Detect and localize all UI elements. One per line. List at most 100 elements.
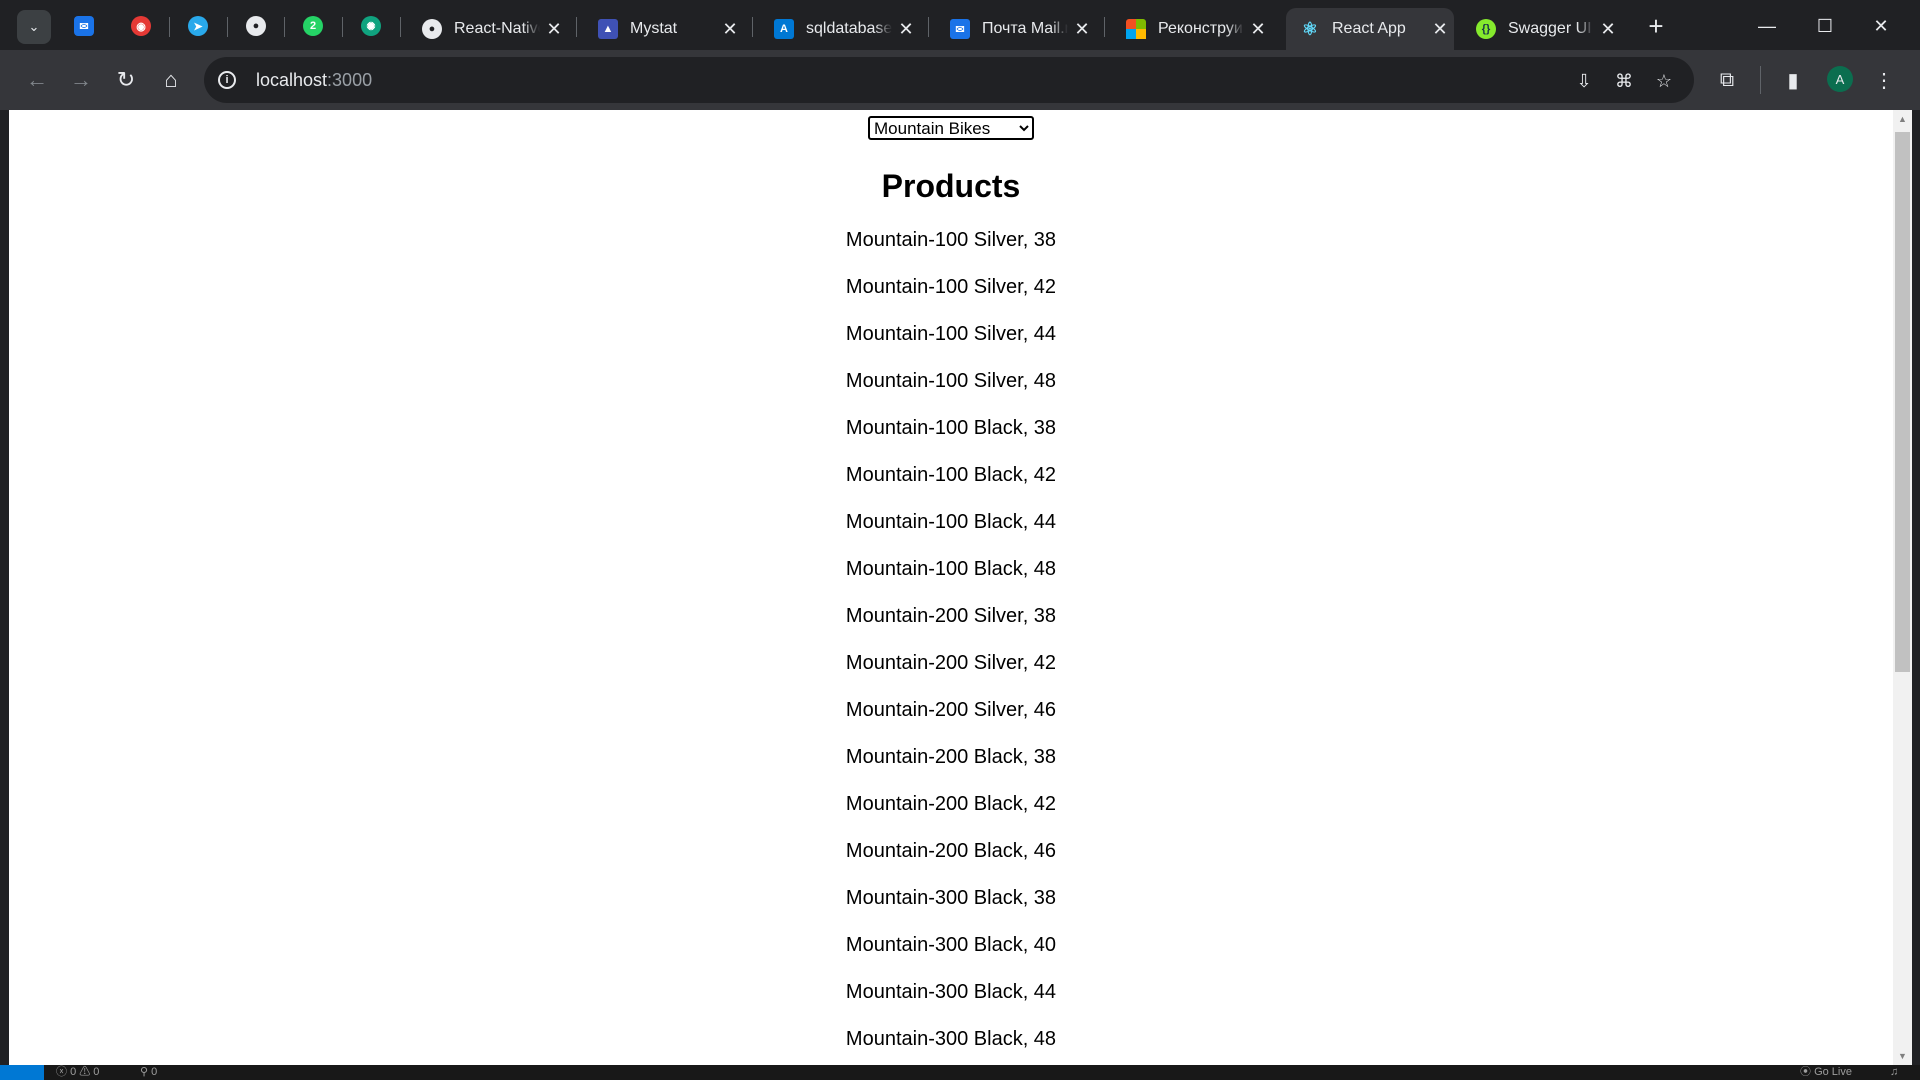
tab-title: Реконструир [1158,20,1244,37]
product-item: Mountain-200 Silver, 38 [845,605,1057,627]
home-button[interactable]: ⌂ [155,64,187,96]
error-icon: ⓧ [56,1066,67,1078]
category-select[interactable]: Mountain Bikes [868,116,1034,140]
tab-sqldatabase[interactable]: A sqldatabase ( ✕ [760,8,920,50]
maximize-icon: ☐ [1816,15,1834,36]
tab-react-app[interactable]: ⚛ React App ✕ [1286,8,1454,50]
tab-title: Почта Mail.ru [982,20,1068,37]
minimize-icon: — [1758,15,1776,36]
profile-avatar[interactable]: A [1827,66,1853,92]
reload-button[interactable]: ↻ [110,64,142,96]
window-frame [1912,110,1920,1065]
plus-icon: + [1648,10,1664,41]
address-bar[interactable]: i localhost:3000 ⇩ ⌘ ☆ [204,57,1694,103]
whatsapp-badge-icon: 2 [303,16,323,36]
maximize-button[interactable]: ☐ [1802,8,1848,44]
react-app-page: Mountain Bikes Products Mountain-100 Sil… [9,110,1893,1063]
product-item: Mountain-200 Silver, 46 [845,699,1057,721]
tab-title: React-Native [454,20,540,37]
url-host: localhost [256,69,328,90]
product-list: Mountain-100 Silver, 38 Mountain-100 Sil… [9,217,1893,1063]
close-icon[interactable]: ✕ [1244,19,1272,40]
scroll-up-arrow-icon[interactable]: ▲ [1893,110,1912,128]
tab-separator [284,17,285,37]
window-close-button[interactable]: ✕ [1858,8,1904,44]
problems-indicator[interactable]: ⓧ 0 ⚠ 0 [56,1065,99,1080]
notifications-bell-icon[interactable]: ♫ [1890,1065,1898,1080]
tab-separator [576,17,577,37]
tab-strip: ⌄ ✉ ◉ ➤ ● 2 ✺ ● React-Native ✕ ▲ Mystat … [0,0,1920,50]
product-item: Mountain-300 Black, 40 [845,934,1057,956]
close-icon[interactable]: ✕ [540,19,568,40]
translate-icon[interactable]: ⌘ [1612,69,1636,93]
ports-count: 0 [151,1066,158,1078]
remote-indicator-button[interactable] [0,1065,44,1080]
new-tab-button[interactable]: + [1640,10,1672,42]
more-vertical-icon: ⋮ [1874,69,1894,92]
tab-mail-ru[interactable]: ✉ Почта Mail.ru ✕ [936,8,1096,50]
editor-status-bar: ⓧ 0 ⚠ 0 ⚲ 0 ⦿ Go Live ♫ [0,1065,1920,1080]
browser-toolbar: ← → ↻ ⌂ i localhost:3000 ⇩ ⌘ ☆ ⧉ ▮ ⋮ [0,50,1920,110]
scroll-down-arrow-icon[interactable]: ▼ [1893,1047,1912,1065]
chevron-down-icon: ⌄ [28,19,40,34]
product-item: Mountain-100 Black, 38 [845,417,1057,439]
forward-button[interactable]: → [65,64,97,96]
page-scrollbar[interactable]: ▲ ▼ [1893,110,1912,1065]
close-icon[interactable]: ✕ [1594,19,1622,40]
graduation-cap-icon: ▲ [598,19,618,39]
product-item: Mountain-200 Black, 42 [845,793,1057,815]
product-item: Mountain-200 Silver, 42 [845,652,1057,674]
site-info-icon[interactable]: i [218,71,236,89]
toolbar-divider [1760,66,1761,94]
reload-icon: ↻ [116,67,136,92]
bookmark-star-icon[interactable]: ☆ [1652,69,1676,93]
tab-microsoft[interactable]: Реконструир ✕ [1112,8,1272,50]
github-icon: ● [422,19,442,39]
tab-separator [400,17,401,37]
product-item: Mountain-100 Black, 44 [845,511,1057,533]
back-button[interactable]: ← [21,64,53,96]
product-item: Mountain-300 Black, 48 [845,1028,1057,1050]
side-panel-icon: ▮ [1787,69,1799,92]
url-text[interactable]: localhost:3000 [256,70,372,91]
product-item: Mountain-200 Black, 46 [845,840,1057,862]
url-port: :3000 [327,69,373,90]
home-icon: ⌂ [164,67,178,92]
tab-title: Mystat [630,20,678,37]
product-item: Mountain-300 Black, 44 [845,981,1057,1003]
pinned-tab-whatsapp[interactable]: 2 [298,11,328,41]
antenna-icon: ⚲ [140,1066,149,1078]
github-icon: ● [246,16,266,36]
side-panel-button[interactable]: ▮ [1777,64,1809,96]
pinned-tab-github[interactable]: ● [241,11,271,41]
close-icon[interactable]: ✕ [1426,19,1454,40]
chatgpt-icon: ✺ [361,16,381,36]
pinned-tab-mail[interactable]: ✉ [69,11,99,41]
minimize-button[interactable]: — [1744,8,1790,44]
go-live-label: Go Live [1814,1066,1852,1078]
pinned-tab-chatgpt[interactable]: ✺ [356,11,386,41]
tab-search-button[interactable]: ⌄ [17,10,51,44]
tab-separator [1104,17,1105,37]
page-title: Products [881,168,1021,204]
close-icon[interactable]: ✕ [892,19,920,40]
close-icon[interactable]: ✕ [1068,19,1096,40]
close-icon[interactable]: ✕ [716,19,744,40]
scrollbar-thumb[interactable] [1895,132,1910,672]
pinned-tab-telegram[interactable]: ➤ [183,11,213,41]
ports-indicator[interactable]: ⚲ 0 [140,1065,157,1080]
go-live-button[interactable]: ⦿ Go Live [1800,1065,1852,1080]
pinned-tab-app[interactable]: ◉ [126,11,156,41]
install-app-icon[interactable]: ⇩ [1572,69,1596,93]
browser-menu-button[interactable]: ⋮ [1868,64,1900,96]
product-item: Mountain-200 Black, 38 [845,746,1057,768]
tab-mystat[interactable]: ▲ Mystat ✕ [584,8,744,50]
tab-title: Swagger UI [1508,20,1592,37]
tab-title: sqldatabase ( [806,20,892,37]
product-item: Mountain-100 Silver, 44 [845,323,1057,345]
product-item: Mountain-100 Silver, 42 [845,276,1057,298]
tab-swagger-ui[interactable]: {} Swagger UI ✕ [1462,8,1622,50]
extensions-button[interactable]: ⧉ [1711,64,1743,96]
tab-react-native[interactable]: ● React-Native ✕ [408,8,568,50]
tab-separator [928,17,929,37]
